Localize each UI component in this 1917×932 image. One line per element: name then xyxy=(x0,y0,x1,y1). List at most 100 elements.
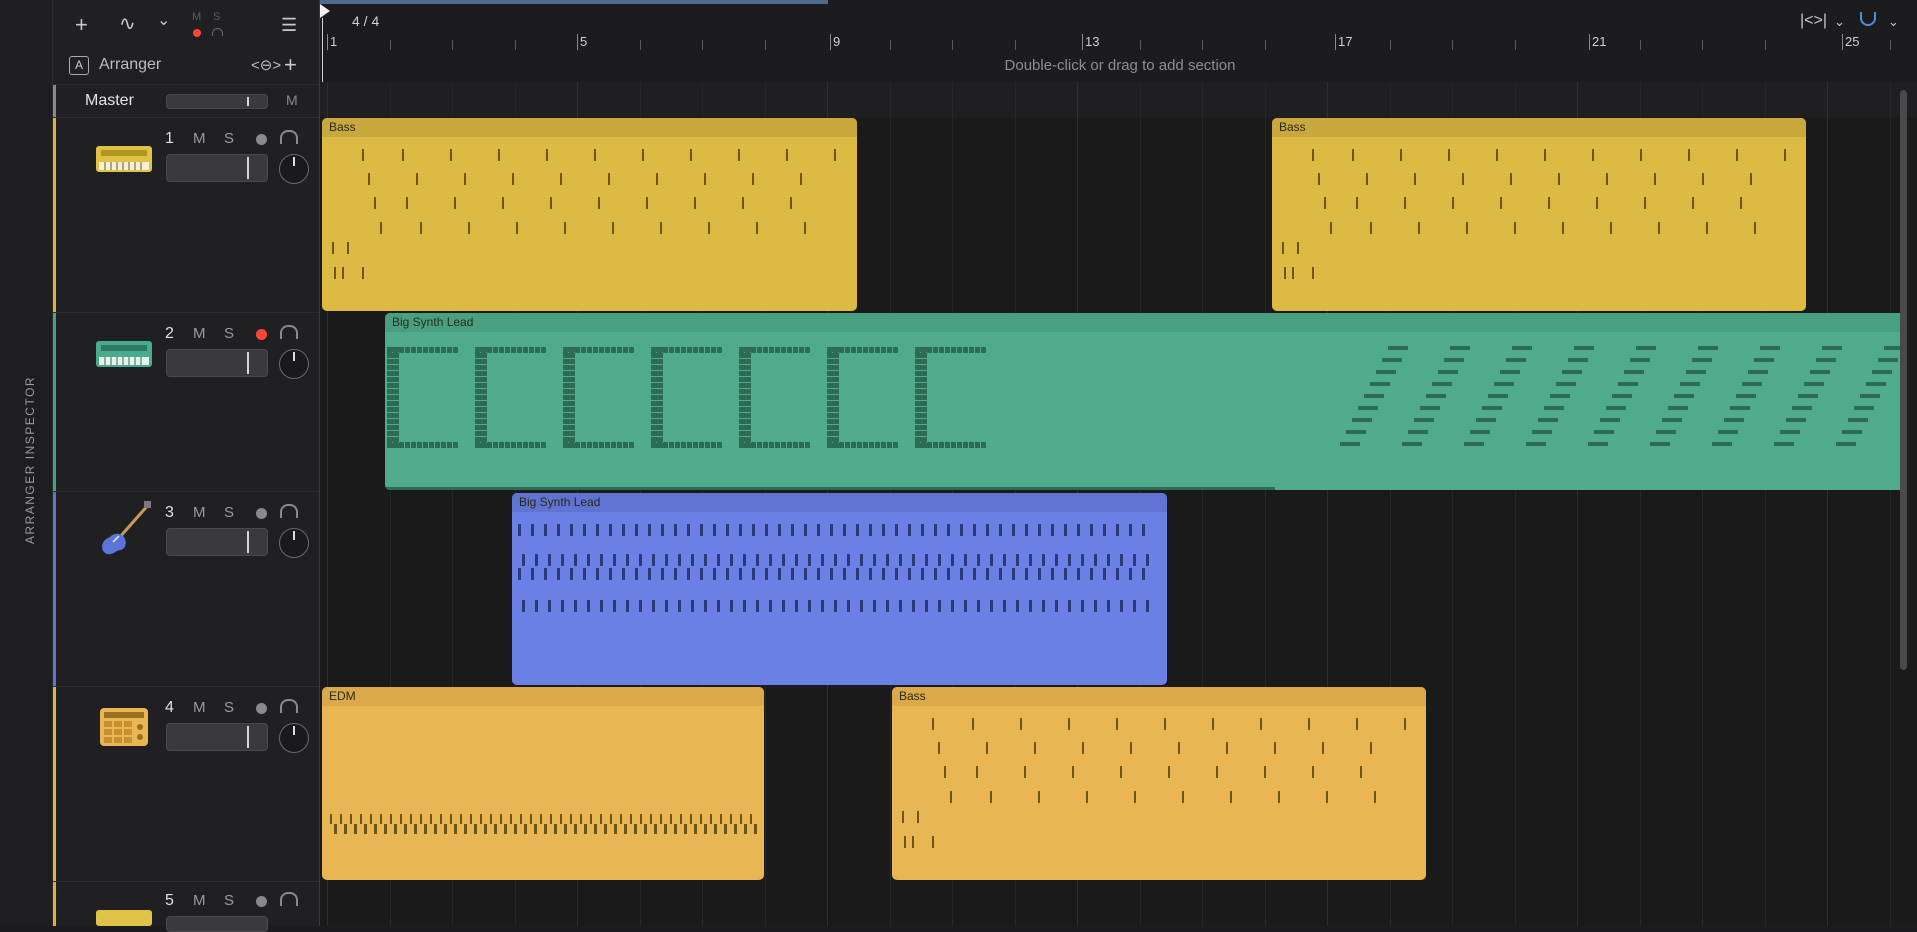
automation-icon[interactable]: ∿ xyxy=(119,13,136,35)
pan-knob[interactable] xyxy=(279,528,309,558)
add-section-hint: Double-click or drag to add section xyxy=(1004,57,1236,74)
track-header-1[interactable]: 1 M S xyxy=(53,118,319,313)
grid-line xyxy=(1827,82,1828,926)
region-header[interactable] xyxy=(322,118,857,137)
region-edm[interactable]: EDM xyxy=(322,687,764,880)
input-monitor-icon[interactable] xyxy=(280,325,298,339)
arranger-inspector-strip[interactable]: ARRANGER INSPECTOR xyxy=(0,0,53,926)
solo-button[interactable]: S xyxy=(224,892,234,909)
track-header-5[interactable]: 5 M S xyxy=(53,882,319,932)
drum-pad-icon xyxy=(100,708,148,746)
track-header-3[interactable]: 3 M S xyxy=(53,492,319,687)
region-big-synth-lead[interactable]: Big Synth Lead xyxy=(385,313,1904,490)
bar-number-label: 9 xyxy=(833,34,841,49)
region-name: Bass xyxy=(1279,120,1306,134)
beat-tick xyxy=(765,40,766,50)
region-header[interactable] xyxy=(385,313,1904,332)
region-header[interactable] xyxy=(1272,118,1806,137)
playhead-icon[interactable] xyxy=(320,4,332,18)
region-bass[interactable]: Bass xyxy=(322,118,857,311)
time-signature[interactable]: 4 / 4 xyxy=(352,13,379,29)
snap-chevron-icon[interactable]: ⌄ xyxy=(1888,14,1899,30)
filter-menu-icon[interactable]: ☰ xyxy=(281,14,297,36)
beat-tick xyxy=(452,40,453,50)
record-arm-button[interactable] xyxy=(256,508,267,519)
solo-button[interactable]: S xyxy=(224,504,234,521)
automation-chevron-icon[interactable]: ⌄ xyxy=(157,10,170,32)
master-track-row[interactable]: Master M xyxy=(53,85,319,118)
volume-fader[interactable] xyxy=(166,723,268,751)
region-name: Bass xyxy=(329,120,356,134)
monitor-icon[interactable] xyxy=(212,28,223,36)
master-lane xyxy=(320,82,1917,117)
region-header[interactable] xyxy=(322,687,764,706)
bar-tick xyxy=(577,34,578,50)
beat-tick xyxy=(1202,40,1203,50)
beat-tick xyxy=(952,40,953,50)
keyboard-icon xyxy=(96,910,152,926)
input-monitor-icon[interactable] xyxy=(280,699,298,713)
beat-tick xyxy=(1265,40,1266,50)
beat-tick xyxy=(1890,40,1891,50)
beat-tick xyxy=(1702,40,1703,50)
region-header[interactable] xyxy=(512,493,1167,512)
track-color-stripe xyxy=(53,882,56,926)
bar-tick xyxy=(830,34,831,50)
track-toolbar: + ∿ ⌄ M S ☰ xyxy=(53,0,319,51)
region-bass[interactable]: Bass xyxy=(1272,118,1806,311)
record-arm-button[interactable] xyxy=(256,134,267,145)
input-monitor-icon[interactable] xyxy=(280,130,298,144)
zoom-fit-icon[interactable]: |<>| xyxy=(1800,12,1827,30)
record-arm-icon[interactable] xyxy=(193,29,201,37)
volume-fader[interactable] xyxy=(166,528,268,556)
bar-number-label: 13 xyxy=(1085,34,1100,49)
pan-knob[interactable] xyxy=(279,349,309,379)
input-monitor-icon[interactable] xyxy=(280,504,298,518)
add-section-icon[interactable]: + xyxy=(284,52,297,78)
bar-number-label: 21 xyxy=(1592,34,1607,49)
region-bass[interactable]: Bass xyxy=(892,687,1426,880)
mute-button[interactable]: M xyxy=(193,504,206,521)
mute-button[interactable]: M xyxy=(193,892,206,909)
mute-button[interactable]: M xyxy=(193,325,206,342)
solo-button[interactable]: S xyxy=(224,699,234,716)
track-header-4[interactable]: 4 M S xyxy=(53,687,319,882)
pan-knob[interactable] xyxy=(279,723,309,753)
solo-button[interactable]: S xyxy=(224,130,234,147)
global-mute-label: M xyxy=(192,11,202,23)
midi-notes xyxy=(385,346,1904,490)
track-color-stripe xyxy=(53,687,56,881)
input-monitor-icon[interactable] xyxy=(280,892,298,906)
mute-button[interactable]: M xyxy=(193,130,206,147)
volume-fader[interactable] xyxy=(166,349,268,377)
track-header-2[interactable]: 2 M S xyxy=(53,313,319,492)
grid-line xyxy=(1890,82,1891,926)
arranger-track-row[interactable]: A Arranger <⊖> + xyxy=(53,50,319,85)
cycle-region-bar[interactable] xyxy=(320,0,828,4)
region-name: Bass xyxy=(899,689,926,703)
region-header[interactable] xyxy=(892,687,1426,706)
beat-tick xyxy=(702,40,703,50)
volume-fader[interactable] xyxy=(166,154,268,182)
vertical-scrollbar[interactable] xyxy=(1900,90,1907,670)
track-color-stripe xyxy=(53,118,56,312)
solo-button[interactable]: S xyxy=(224,325,234,342)
region-big-synth-lead[interactable]: Big Synth Lead xyxy=(512,493,1167,685)
master-volume-fader[interactable] xyxy=(166,94,268,109)
pan-knob[interactable] xyxy=(279,154,309,184)
beat-tick xyxy=(1452,40,1453,50)
master-mute-button[interactable]: M xyxy=(286,92,298,108)
volume-fader[interactable] xyxy=(166,916,268,932)
record-arm-button[interactable] xyxy=(256,329,267,340)
beat-tick xyxy=(515,40,516,50)
mute-button[interactable]: M xyxy=(193,699,206,716)
add-track-icon[interactable]: + xyxy=(75,14,88,36)
record-arm-button[interactable] xyxy=(256,703,267,714)
master-label: Master xyxy=(85,92,134,109)
beat-tick xyxy=(390,40,391,50)
beat-tick xyxy=(1015,40,1016,50)
arranger-collapse-icon[interactable]: <⊖> xyxy=(251,56,281,74)
track-color-stripe xyxy=(53,492,56,686)
zoom-chevron-icon[interactable]: ⌄ xyxy=(1834,14,1845,30)
record-arm-button[interactable] xyxy=(256,896,267,907)
